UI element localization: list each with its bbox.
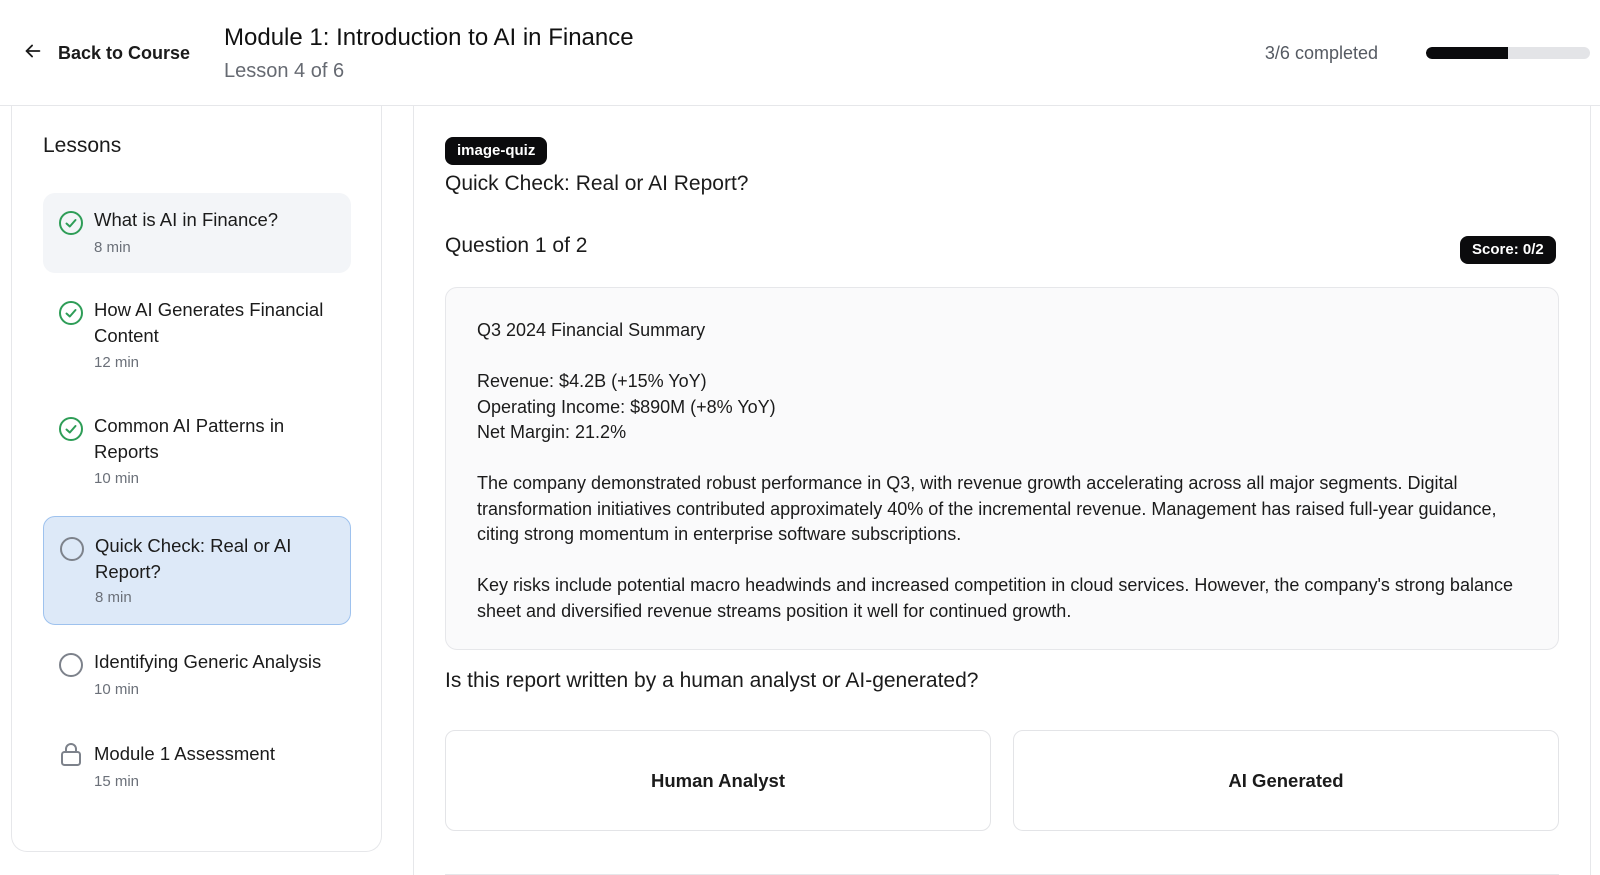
lesson-item-module-assessment: Module 1 Assessment 15 min [43, 731, 351, 811]
progress-bar [1426, 47, 1590, 59]
lesson-duration: 8 min [95, 589, 132, 606]
lesson-name: Identifying Generic Analysis [94, 651, 322, 672]
lesson-title: Quick Check: Real or AI Report? [445, 172, 749, 195]
report-operating-income: Operating Income: $890M (+8% YoY) [477, 396, 776, 417]
lesson-duration: 10 min [94, 470, 140, 487]
lesson-item-what-is-ai[interactable]: What is AI in Finance? 8 min [43, 193, 351, 273]
lesson-duration: 10 min [94, 681, 140, 698]
empty-circle-icon [58, 652, 84, 678]
ai-generated-button[interactable]: AI Generated [1013, 730, 1559, 831]
report-net-margin: Net Margin: 21.2% [477, 422, 627, 442]
score-badge: Score: 0/2 [1460, 236, 1556, 264]
human-analyst-button[interactable]: Human Analyst [445, 730, 991, 831]
module-title-block: Module 1: Introduction to AI in Finance … [224, 22, 634, 86]
sidebar-title: Lessons [43, 134, 122, 157]
lesson-duration: 12 min [94, 354, 140, 371]
check-circle-icon [58, 300, 84, 326]
check-circle-icon [58, 416, 84, 442]
lesson-item-how-ai-generates[interactable]: How AI Generates Financial Content 12 mi… [43, 284, 351, 384]
progress-fill [1426, 47, 1508, 59]
report-revenue: Revenue: $4.2B (+15% YoY) [477, 371, 707, 391]
quiz-prompt: Is this report written by a human analys… [445, 669, 979, 692]
empty-circle-icon [59, 536, 85, 562]
top-header: Back to Course Module 1: Introduction to… [0, 0, 1600, 106]
module-title: Module 1: Introduction to AI in Finance [224, 24, 634, 51]
arrow-left-icon [22, 40, 44, 67]
lesson-item-common-ai-patterns[interactable]: Common AI Patterns in Reports 10 min [43, 402, 351, 502]
lesson-duration: 15 min [94, 773, 140, 790]
lesson-position: Lesson 4 of 6 [224, 60, 345, 82]
lesson-name: Common AI Patterns in Reports [94, 415, 285, 462]
lock-icon [58, 741, 84, 767]
progress-text: 3/6 completed [1264, 43, 1378, 63]
report-paragraph-2: Key risks include potential macro headwi… [477, 575, 1513, 621]
lesson-type-badge: image-quiz [445, 137, 548, 165]
lesson-item-quick-check[interactable]: Quick Check: Real or AI Report? 8 min [43, 516, 351, 625]
question-counter: Question 1 of 2 [445, 234, 588, 257]
lesson-name: Quick Check: Real or AI Report? [95, 535, 292, 582]
lessons-sidebar: Lessons What is AI in Finance? 8 min How… [11, 106, 382, 852]
lesson-name: Module 1 Assessment [94, 743, 275, 764]
back-to-course-button[interactable]: Back to Course [22, 38, 190, 68]
check-circle-icon [58, 210, 84, 236]
report-paragraph-1: The company demonstrated robust performa… [477, 473, 1497, 544]
lesson-duration: 8 min [94, 239, 131, 256]
lesson-name: What is AI in Finance? [94, 209, 279, 230]
lesson-item-identifying-generic[interactable]: Identifying Generic Analysis 10 min [43, 639, 351, 719]
report-title: Q3 2024 Financial Summary [477, 320, 706, 340]
back-to-course-label: Back to Course [58, 42, 191, 63]
lesson-content-panel: image-quiz Quick Check: Real or AI Repor… [413, 106, 1591, 875]
lesson-name: How AI Generates Financial Content [94, 299, 324, 346]
report-card: Q3 2024 Financial Summary Revenue: $4.2B… [445, 287, 1559, 650]
